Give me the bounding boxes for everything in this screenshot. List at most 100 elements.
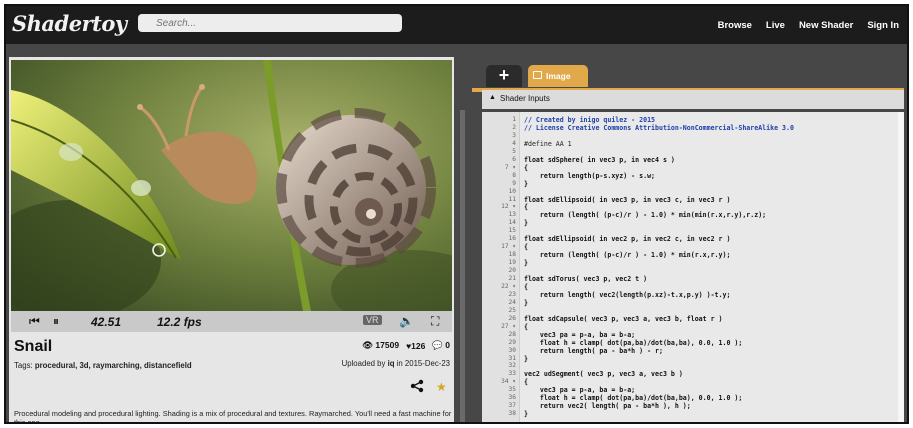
code-line[interactable]: } (524, 180, 528, 188)
code-line[interactable]: float h = clamp( dot(pa,ba)/dot(ba,ba), … (524, 394, 742, 402)
fps-readout: 12.2 fps (157, 315, 202, 329)
line-number: 3 (512, 131, 516, 139)
shader-tags: Tags: procedural, 3d, raymarching, dista… (14, 361, 192, 370)
code-editor-panel: + Image ▲ Shader Inputs 1234567 ▾ 8 9 10 11 1… (472, 57, 904, 422)
nav-browse[interactable]: Browse (718, 20, 752, 31)
line-number: 9 (512, 179, 516, 187)
line-number: 20 (508, 267, 516, 275)
code-line[interactable]: return length( vec2(length(p.xz)-t.x,p.y… (524, 291, 731, 299)
editor-tab-bar: + Image (472, 62, 904, 92)
shader-description: Procedural modeling and procedural light… (14, 409, 452, 424)
add-tab-button[interactable]: + (486, 65, 522, 87)
code-line[interactable]: { (524, 243, 528, 251)
line-number: 4 (512, 139, 516, 147)
line-number: 38 (508, 410, 516, 418)
comments-count: 0 (445, 340, 450, 350)
line-number: 15 (508, 227, 516, 235)
line-number: 37 (508, 402, 516, 410)
code-line[interactable]: // Created by inigo quilez - 2015 (524, 116, 655, 124)
tab-image[interactable]: Image (528, 65, 588, 87)
line-number: 21 (508, 275, 516, 282)
line-number: 11 (508, 195, 516, 203)
share-icon[interactable] (410, 379, 424, 396)
volume-icon[interactable]: 🔈 (399, 314, 414, 328)
line-number: 24 (508, 298, 516, 306)
line-number: 32 (508, 362, 516, 370)
code-line[interactable]: { (524, 378, 528, 386)
line-number: 13 (508, 211, 516, 219)
line-number: 30 (508, 346, 516, 354)
site-logo[interactable]: Shadertoy (12, 11, 127, 36)
code-line[interactable]: } (524, 219, 528, 227)
code-line[interactable]: } (524, 259, 528, 267)
code-line[interactable]: float sdCapsule( vec3 p, vec3 a, vec3 b,… (524, 315, 723, 323)
code-line[interactable]: #define AA 1 (524, 140, 572, 148)
main-content: ⏮ ⏸ 42.51 12.2 fps VR 🔈 ⛶ Snail 👁 17509 … (6, 44, 907, 424)
author-link[interactable]: iq (388, 359, 395, 368)
line-number: 29 (508, 338, 516, 346)
line-number: 6 (512, 155, 516, 163)
shader-canvas[interactable] (11, 60, 452, 311)
line-number: 14 (508, 219, 516, 227)
code-line[interactable]: float h = clamp( dot(pa,ba)/dot(ba,ba), … (524, 339, 742, 347)
line-number: 33 (508, 370, 516, 378)
code-line[interactable]: } (524, 410, 528, 418)
player-controls: ⏮ ⏸ 42.51 12.2 fps VR 🔈 ⛶ (11, 311, 452, 332)
time-readout: 42.51 (91, 315, 122, 329)
code-line[interactable]: } (524, 299, 528, 307)
code-line[interactable]: float sdEllipsoid( in vec2 p, in vec2 c,… (524, 235, 730, 243)
code-line[interactable]: // License Creative Commons Attribution-… (524, 124, 794, 132)
pane-divider[interactable] (460, 110, 465, 422)
shader-inputs-toggle[interactable]: ▲ Shader Inputs (482, 90, 904, 109)
shader-stats: 👁 17509 ♥126 💬 0 (362, 340, 450, 351)
line-number: 1 (512, 116, 516, 123)
tags-list[interactable]: procedural, 3d, raymarching, distancefie… (35, 361, 192, 370)
line-number: 36 (508, 394, 516, 402)
uploaded-prefix: Uploaded by (341, 359, 386, 368)
code-line[interactable]: return (length( (p-c)/r ) - 1.0) * min(r… (524, 251, 731, 259)
nav-sign-in[interactable]: Sign In (867, 20, 899, 31)
editor-scrollbar[interactable] (898, 112, 904, 422)
line-number: 19 (508, 259, 516, 267)
line-number: 7 ▾ (504, 163, 516, 171)
line-number: 12 ▾ (501, 203, 516, 211)
line-number: 18 (508, 251, 516, 259)
code-line[interactable]: vec3 pa = p-a, ba = b-a; (524, 386, 635, 394)
line-number: 16 (508, 235, 516, 243)
shader-inputs-label: Shader Inputs (500, 94, 550, 103)
code-line[interactable]: { (524, 203, 528, 211)
search-input[interactable] (138, 14, 402, 32)
vr-icon[interactable]: VR (363, 315, 382, 325)
upload-info: Uploaded by iq in 2015-Dec-23 (342, 359, 450, 368)
code-line[interactable]: } (524, 355, 528, 363)
line-number: 23 (508, 290, 516, 298)
comments-stat[interactable]: 💬 0 (432, 340, 450, 351)
line-number: 35 (508, 386, 516, 394)
code-line[interactable]: vec2 udSegment( vec3 p, vec3 a, vec3 b ) (524, 370, 683, 378)
star-icon[interactable]: ★ (436, 380, 447, 394)
nav-live[interactable]: Live (766, 20, 785, 31)
code-line[interactable]: return (length( (p-c)/r ) - 1.0) * min(m… (524, 211, 766, 219)
line-number: 31 (508, 354, 516, 362)
pause-icon[interactable]: ⏸ (53, 314, 59, 329)
nav-new-shader[interactable]: New Shader (799, 20, 853, 31)
code-line[interactable]: { (524, 164, 528, 172)
code-editor[interactable]: 1234567 ▾ 8 9 10 11 12 ▾ 13 14 15 16 17 ▾ 18 19 20 21 2… (482, 112, 904, 422)
code-line[interactable]: float sdSphere( in vec3 p, in vec4 s ) (524, 156, 675, 164)
line-number: 26 (508, 314, 516, 322)
rewind-icon[interactable]: ⏮ (29, 314, 40, 329)
code-line[interactable]: float sdTorus( vec3 p, vec2 t ) (524, 275, 647, 283)
code-line[interactable]: return vec2( length( pa - ba*h ), h ); (524, 402, 691, 410)
code-line[interactable]: float sdEllipsoid( in vec3 p, in vec3 c,… (524, 196, 730, 204)
snail-render-image (11, 60, 452, 311)
shader-info: Snail 👁 17509 ♥126 💬 0 Tags: procedural,… (9, 332, 454, 424)
likes-count: 126 (411, 340, 426, 351)
likes-stat[interactable]: ♥126 (406, 341, 425, 351)
code-line[interactable]: return length(p-s.xyz) - s.w; (524, 172, 655, 180)
code-line[interactable]: { (524, 323, 528, 331)
code-line[interactable]: return length( pa - ba*h ) - r; (524, 347, 663, 355)
code-line[interactable]: { (524, 283, 528, 291)
fullscreen-icon[interactable]: ⛶ (431, 314, 439, 329)
code-line[interactable]: vec3 pa = p-a, ba = b-a; (524, 331, 635, 339)
line-number: 28 (508, 330, 516, 338)
